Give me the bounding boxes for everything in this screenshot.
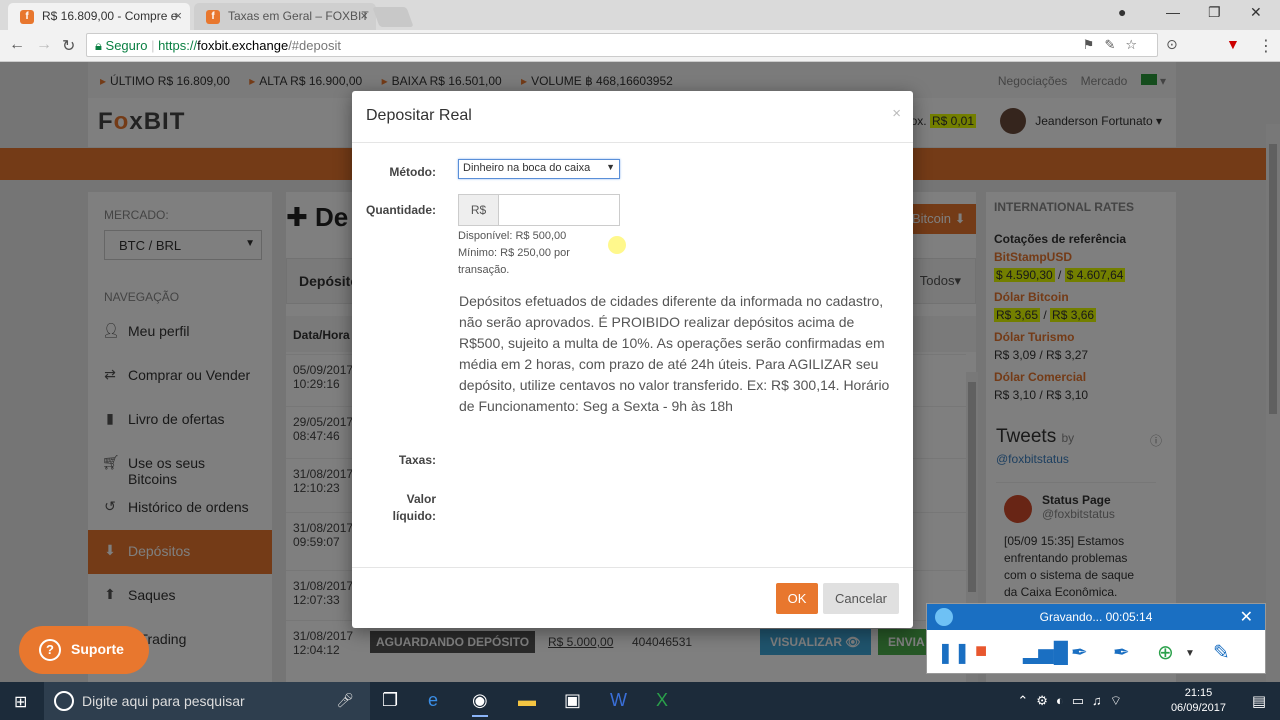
url-scheme: https:// [158,38,198,53]
currency-addon: R$ [459,195,499,225]
close-window-icon[interactable]: ✕ [1250,4,1262,21]
method-label: Método: [389,165,436,179]
cursor-highlight [608,236,626,254]
amount-label: Quantidade: [365,203,436,217]
minimize-icon[interactable]: — [1166,4,1180,20]
cancel-button[interactable]: Cancelar [823,583,899,614]
windows-start-icon[interactable]: ⊞ [14,692,27,712]
word-icon[interactable]: W [610,690,627,711]
recorder-toolbar: ❚❚ ■ ▂▅█ ✒ ✒ ⊕ ▼ ✎ [927,630,1265,674]
file-explorer-icon[interactable]: ▬ [518,690,536,711]
recorder-titlebar: Gravando... 00:05:14 ✕ [927,604,1265,630]
system-tray-icons[interactable]: ⌃⚙◐▭♫⌔ [1017,693,1130,709]
recorder-logo-icon [935,608,953,626]
modal-header: Depositar Real × [352,91,913,143]
store-icon[interactable]: ▣ [564,690,581,711]
stop-icon[interactable]: ■ [975,640,987,663]
edge-icon[interactable]: e [428,690,438,711]
taskbar-search[interactable]: Digite aqui para pesquisar 🎤︎ [44,682,370,720]
chevron-down-icon[interactable]: ▼ [1185,648,1195,659]
amount-input-group: R$ [458,194,620,226]
back-icon[interactable]: ← [9,36,25,54]
foxbit-favicon-icon: f [206,10,220,24]
recording-status: Gravando... 00:05:14 [1039,610,1153,624]
pen-tool-icon[interactable]: ✒ [1071,640,1088,665]
excel-icon[interactable]: X [656,690,668,711]
zoom-add-icon[interactable]: ⊕ [1157,640,1174,665]
browser-tab-foxbit[interactable]: f R$ 16.809,00 - Compre e × [8,3,190,30]
question-icon: ? [39,639,61,661]
close-icon[interactable]: × [892,105,901,122]
menu-icon[interactable]: ⋮ [1258,36,1274,56]
notifications-icon[interactable]: ▤ [1252,692,1266,710]
chart-icon[interactable]: ▂▅█ [1023,640,1068,665]
maximize-icon[interactable]: ❐ [1208,4,1221,21]
close-tab-icon[interactable]: × [360,8,368,23]
search-placeholder: Digite aqui para pesquisar [82,693,245,709]
chrome-icon[interactable]: ◉ [472,690,488,717]
secure-label: Seguro [105,38,148,53]
profile-icon[interactable]: ● [1118,4,1126,20]
method-select[interactable]: Dinheiro na boca do caixa ▼ [458,159,620,179]
browser-tabstrip: f R$ 16.809,00 - Compre e × f Taxas em G… [0,0,1280,30]
windows-taskbar: ⊞ Digite aqui para pesquisar 🎤︎ ❐ e ◉ ▬ … [0,682,1280,720]
support-button[interactable]: ? Suporte [19,626,149,674]
amount-help: Disponível: R$ 500,00 Mínimo: R$ 250,00 … [458,228,598,279]
clock[interactable]: 21:15 06/09/2017 [1171,686,1226,716]
extension-icon[interactable]: ⊙ [1166,36,1178,53]
modal-footer: OK Cancelar [352,567,913,628]
modal-title: Depositar Real [366,107,472,124]
net-value-label: Valor líquido: [392,492,436,523]
deposit-notice: Depósitos efetuados de cidades diferente… [459,293,890,414]
minimum-amount: Mínimo: R$ 250,00 por transação. [458,247,570,276]
reload-icon[interactable]: ↻ [62,36,75,56]
task-view-icon[interactable]: ❐ [382,690,398,711]
deposit-modal: Depositar Real × Método: Dinheiro na boc… [352,91,913,628]
available-balance: Disponível: R$ 500,00 [458,230,567,242]
url-input[interactable]: 🔒︎ Seguro | https://foxbit.exchange/#dep… [86,33,1158,57]
forward-icon[interactable]: → [36,36,52,54]
shield-extension-icon[interactable]: ▼ [1226,36,1240,52]
url-host: foxbit.exchange [197,38,289,53]
url-path: /#deposit [288,38,341,53]
pencil-icon[interactable]: ✎ [1213,640,1230,665]
close-tab-icon[interactable]: × [174,8,182,23]
address-bar: ← → ↻ 🔒︎ Seguro | https://foxbit.exchang… [0,30,1280,62]
lock-icon: 🔒︎ [95,38,106,53]
microphone-icon[interactable]: 🎤︎ [336,692,354,709]
screen-recorder: Gravando... 00:05:14 ✕ ❚❚ ■ ▂▅█ ✒ ✒ ⊕ ▼ … [926,603,1266,674]
cortana-icon [54,691,74,711]
foxbit-favicon-icon: f [20,10,34,24]
tab-title: Taxas em Geral – FOXBIT [228,9,369,23]
close-icon[interactable]: ✕ [1240,607,1253,627]
fees-label: Taxas: [398,453,436,467]
bookmark-star-icon[interactable]: ⚑✎☆ [1083,37,1147,53]
new-tab-button[interactable] [372,7,414,27]
tab-title: R$ 16.809,00 - Compre e [42,9,178,23]
ok-button[interactable]: OK [776,583,818,614]
amount-input[interactable] [499,195,619,225]
marker-tool-icon[interactable]: ✒ [1113,640,1130,665]
browser-tab-taxas[interactable]: f Taxas em Geral – FOXBIT × [194,3,376,30]
pause-icon[interactable]: ❚❚ [937,640,971,665]
chevron-down-icon: ▼ [606,162,615,172]
